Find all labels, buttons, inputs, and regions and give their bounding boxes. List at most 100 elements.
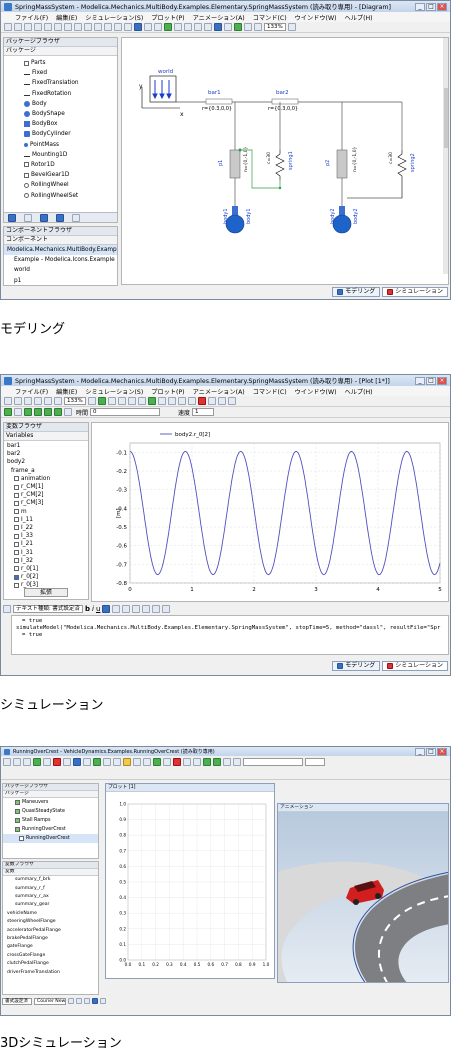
plot-icon[interactable] bbox=[138, 397, 146, 405]
var-r0-2[interactable]: r_0[2] bbox=[4, 573, 88, 581]
pkg-nav-icon-1[interactable] bbox=[8, 214, 16, 222]
clear-plot-icon[interactable] bbox=[198, 397, 206, 405]
maximize-button[interactable]: □ bbox=[426, 3, 436, 11]
zoom-fit-icon[interactable] bbox=[288, 23, 296, 31]
format-icon[interactable] bbox=[84, 998, 90, 1004]
align-right-icon[interactable] bbox=[122, 605, 130, 613]
stop-icon[interactable] bbox=[118, 397, 126, 405]
maximize-button[interactable]: □ bbox=[426, 748, 436, 756]
component-example[interactable]: Example - Modelica.Icons.Example bbox=[4, 255, 117, 265]
align-left-icon[interactable] bbox=[102, 605, 110, 613]
info-icon[interactable] bbox=[224, 23, 232, 31]
diagram-view-icon[interactable] bbox=[244, 23, 252, 31]
tree-item-fixedtranslation[interactable]: FixedTranslation bbox=[24, 78, 117, 88]
menu-window[interactable]: ウインドウ(W) bbox=[295, 13, 337, 22]
3d-var-item[interactable]: clutchPedalFlange bbox=[3, 960, 98, 968]
toolbar-icon[interactable] bbox=[163, 758, 171, 766]
var-bar2[interactable]: bar2 bbox=[4, 450, 88, 458]
var-m[interactable]: m bbox=[4, 508, 88, 516]
bitmap-tool-icon[interactable] bbox=[124, 23, 132, 31]
menu-help[interactable]: ヘルプ(H) bbox=[345, 387, 373, 396]
var-i-11[interactable]: I_11 bbox=[4, 516, 88, 524]
legend-icon[interactable] bbox=[208, 397, 216, 405]
toolbar-icon[interactable] bbox=[123, 758, 131, 766]
toolbar-icon[interactable] bbox=[53, 758, 61, 766]
menu-help[interactable]: ヘルプ(H) bbox=[345, 13, 373, 22]
toolbar-icon[interactable] bbox=[13, 758, 21, 766]
menu-edit[interactable]: 編集(E) bbox=[56, 13, 77, 22]
var-i-22[interactable]: I_22 bbox=[4, 524, 88, 532]
maximize-button[interactable]: □ bbox=[426, 377, 436, 385]
new-plot-icon[interactable] bbox=[148, 397, 156, 405]
table-icon[interactable] bbox=[158, 397, 166, 405]
text-icon[interactable] bbox=[218, 397, 226, 405]
bar2-block[interactable] bbox=[272, 99, 298, 104]
toolbar-icon[interactable] bbox=[33, 758, 41, 766]
menu-file[interactable]: ファイル(F) bbox=[15, 387, 48, 396]
pkg-runningovercrest-model[interactable]: RunningOverCrest bbox=[3, 834, 98, 843]
format-icon[interactable] bbox=[100, 998, 106, 1004]
tree-item-body[interactable]: Body bbox=[24, 99, 117, 109]
loop-icon[interactable] bbox=[64, 408, 72, 416]
minimize-button[interactable]: _ bbox=[415, 3, 425, 11]
var-r-cm-3[interactable]: r_CM[3] bbox=[4, 499, 88, 507]
forward-icon[interactable] bbox=[194, 23, 202, 31]
check-icon[interactable] bbox=[54, 23, 62, 31]
minimize-button[interactable]: _ bbox=[415, 377, 425, 385]
menu-plot[interactable]: プロット(P) bbox=[151, 13, 184, 22]
list-icon[interactable] bbox=[142, 605, 150, 613]
time-input[interactable]: 0 bbox=[90, 408, 160, 416]
3d-var-item[interactable]: brakePedalFlange bbox=[3, 935, 98, 943]
minimize-button[interactable]: _ bbox=[415, 748, 425, 756]
3d-font-combo[interactable]: Courier New bbox=[34, 998, 66, 1005]
toolbar-icon[interactable] bbox=[133, 758, 141, 766]
3d-var-item[interactable]: summary_f_brk bbox=[3, 876, 98, 884]
zoom-combo[interactable]: 133% bbox=[264, 23, 286, 31]
bar1-block[interactable] bbox=[206, 99, 232, 104]
toolbar-icon[interactable] bbox=[173, 758, 181, 766]
expand-button[interactable]: 拡張 bbox=[24, 588, 68, 597]
toolbar-icon[interactable] bbox=[153, 758, 161, 766]
tree-item-bodybox[interactable]: BodyBox bbox=[24, 119, 117, 129]
rewind-icon[interactable] bbox=[24, 408, 32, 416]
forward-arrow-icon[interactable] bbox=[56, 214, 64, 222]
pkg-quasisteadystate[interactable]: QuasiSteadyState bbox=[3, 807, 98, 816]
fill-color-icon[interactable] bbox=[144, 23, 152, 31]
checkbox-icon[interactable] bbox=[14, 525, 19, 530]
toolbar-icon[interactable] bbox=[233, 758, 241, 766]
menu-animation[interactable]: アニメーション(A) bbox=[193, 387, 245, 396]
play-icon[interactable] bbox=[4, 408, 12, 416]
var-i-31[interactable]: I_31 bbox=[4, 548, 88, 556]
home-icon[interactable] bbox=[214, 23, 222, 31]
polygon-tool-icon[interactable] bbox=[104, 23, 112, 31]
checkbox-icon[interactable] bbox=[14, 566, 19, 571]
fast-forward-icon[interactable] bbox=[54, 408, 62, 416]
tree-item-rotor1d[interactable]: Rotor1D bbox=[24, 160, 117, 170]
underline-button[interactable]: u bbox=[96, 605, 100, 613]
simulation-tab[interactable]: シミュレーション bbox=[382, 661, 448, 671]
toolbar-icon[interactable] bbox=[23, 758, 31, 766]
zoom-fit-icon[interactable] bbox=[88, 397, 96, 405]
flip-icon[interactable] bbox=[174, 23, 182, 31]
3d-animation-view[interactable] bbox=[278, 812, 449, 983]
simulate-icon[interactable] bbox=[98, 397, 106, 405]
pkg-stall-ramps[interactable]: Stall Ramps bbox=[3, 816, 98, 825]
menu-plot[interactable]: プロット(P) bbox=[151, 387, 184, 396]
toolbar-icon[interactable] bbox=[73, 758, 81, 766]
3d-var-item[interactable]: steeringWheelFlange bbox=[3, 918, 98, 926]
3d-var-item[interactable]: summary_r_ax bbox=[3, 893, 98, 901]
3d-style-combo[interactable]: 書式設定済 bbox=[2, 998, 32, 1005]
search-icon[interactable] bbox=[44, 397, 52, 405]
checkbox-icon[interactable] bbox=[14, 501, 19, 506]
menu-file[interactable]: ファイル(F) bbox=[15, 13, 48, 22]
new-file-icon[interactable] bbox=[4, 397, 12, 405]
modeling-tab[interactable]: モデリング bbox=[332, 287, 380, 297]
menu-window[interactable]: ウインドウ(W) bbox=[295, 387, 337, 396]
world-block[interactable] bbox=[150, 76, 176, 102]
menu-simulation[interactable]: シミュレーション(S) bbox=[85, 13, 143, 22]
toolbar-icon[interactable] bbox=[93, 758, 101, 766]
pkg-maneuvers[interactable]: Maneuvers bbox=[3, 798, 98, 807]
toolbar-icon[interactable] bbox=[83, 758, 91, 766]
zoom-icon[interactable] bbox=[254, 23, 262, 31]
open-file-icon[interactable] bbox=[14, 397, 22, 405]
